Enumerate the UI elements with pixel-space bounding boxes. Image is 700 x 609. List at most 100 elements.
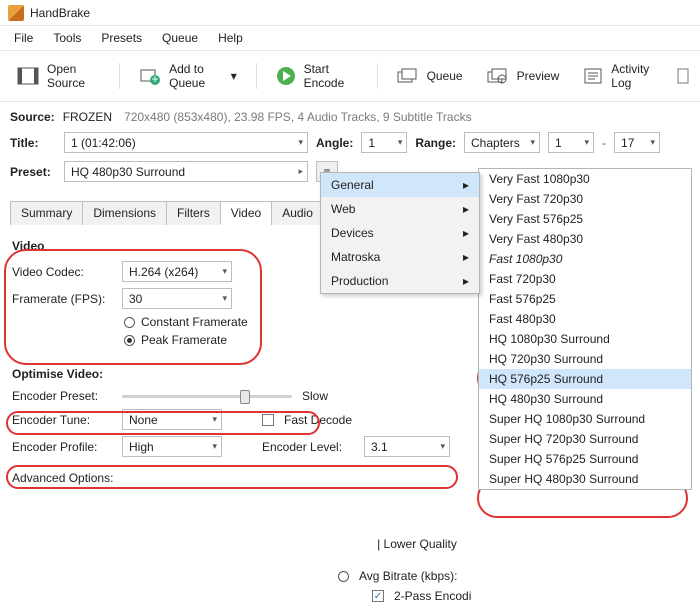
- title-select[interactable]: 1 (01:42:06)▾: [64, 132, 308, 153]
- preset-very-fast-720p30[interactable]: Very Fast 720p30: [479, 189, 691, 209]
- two-pass-checkbox[interactable]: [372, 590, 384, 602]
- menu-tools[interactable]: Tools: [43, 28, 91, 48]
- menu-item-general[interactable]: General▸: [321, 173, 479, 197]
- preset-hq-720p30[interactable]: HQ 720p30 Surround: [479, 349, 691, 369]
- source-meta: 720x480 (853x480), 23.98 FPS, 4 Audio Tr…: [124, 110, 472, 124]
- menu-help[interactable]: Help: [208, 28, 253, 48]
- preset-super-hq-576p25[interactable]: Super HQ 576p25 Surround: [479, 449, 691, 469]
- start-encode-label: Start Encode: [304, 62, 358, 90]
- encoder-tune-value: None: [129, 413, 158, 427]
- chevron-right-icon: ▸: [463, 250, 469, 264]
- fast-decode-checkbox[interactable]: [262, 414, 274, 426]
- preset-value: HQ 480p30 Surround: [71, 165, 185, 179]
- video-codec-value: H.264 (x264): [129, 265, 198, 279]
- encoder-preset-label: Encoder Preset:: [12, 389, 112, 403]
- radio-icon[interactable]: [338, 571, 349, 582]
- encoder-level-value: 3.1: [371, 440, 388, 454]
- angle-value: 1: [368, 136, 375, 150]
- radio-icon: [124, 335, 135, 346]
- preset-fast-1080p30[interactable]: Fast 1080p30: [479, 249, 691, 269]
- tab-video[interactable]: Video: [220, 201, 272, 225]
- chevron-right-icon: ▸: [463, 274, 469, 288]
- chapter-from-select[interactable]: 1▾: [548, 132, 594, 153]
- cfr-label: Constant Framerate: [141, 315, 248, 329]
- menu-file[interactable]: File: [4, 28, 43, 48]
- pfr-label: Peak Framerate: [141, 333, 227, 347]
- encoder-level-select[interactable]: 3.1 ▾: [364, 436, 450, 457]
- preset-hq-576p25[interactable]: HQ 576p25 Surround: [479, 369, 691, 389]
- start-encode-button[interactable]: Start Encode: [267, 57, 367, 95]
- encoder-level-label: Encoder Level:: [262, 440, 354, 454]
- preset-super-hq-720p30[interactable]: Super HQ 720p30 Surround: [479, 429, 691, 449]
- menu-presets[interactable]: Presets: [91, 28, 152, 48]
- chapter-to-select[interactable]: 17▾: [614, 132, 660, 153]
- queue-button[interactable]: Queue: [388, 61, 472, 91]
- chevron-down-icon: ▾: [440, 441, 445, 452]
- add-queue-label: Add to Queue: [169, 62, 223, 90]
- chevron-down-icon: ▾: [584, 137, 589, 148]
- avg-bitrate-label: Avg Bitrate (kbps):: [359, 569, 457, 583]
- menu-bar: File Tools Presets Queue Help: [0, 26, 700, 51]
- chapter-from-value: 1: [555, 136, 562, 150]
- framerate-select[interactable]: 30▾: [122, 288, 232, 309]
- add-to-queue-button[interactable]: + Add to Queue ▾: [130, 57, 246, 95]
- open-source-label: Open Source: [47, 62, 100, 90]
- tab-summary[interactable]: Summary: [10, 201, 83, 225]
- preset-list-menu: Very Fast 1080p30 Very Fast 720p30 Very …: [478, 168, 692, 490]
- activity-log-button[interactable]: Activity Log: [574, 57, 668, 95]
- chevron-right-icon: ▸: [298, 166, 303, 177]
- source-name: FROZEN: [63, 110, 112, 124]
- open-source-button[interactable]: Open Source: [8, 57, 109, 95]
- tab-audio[interactable]: Audio: [271, 201, 324, 225]
- add-queue-icon: +: [139, 66, 161, 86]
- overflow-icon[interactable]: [674, 66, 692, 86]
- video-codec-select[interactable]: H.264 (x264) ▾: [122, 261, 232, 282]
- menu-item-devices[interactable]: Devices▸: [321, 221, 479, 245]
- mi-label: Matroska: [331, 250, 380, 264]
- log-icon: [583, 66, 603, 86]
- activity-label: Activity Log: [611, 62, 659, 90]
- range-label: Range:: [415, 136, 456, 150]
- menu-queue[interactable]: Queue: [152, 28, 208, 48]
- menu-item-production[interactable]: Production▸: [321, 269, 479, 293]
- preview-button[interactable]: Preview: [478, 61, 569, 91]
- framerate-value: 30: [129, 292, 142, 306]
- app-title: HandBrake: [30, 6, 90, 20]
- preset-very-fast-1080p30[interactable]: Very Fast 1080p30: [479, 169, 691, 189]
- preset-selector[interactable]: HQ 480p30 Surround ▸: [64, 161, 308, 182]
- encoder-tune-select[interactable]: None▾: [122, 409, 222, 430]
- video-codec-label: Video Codec:: [12, 265, 112, 279]
- encoder-preset-slider[interactable]: [122, 389, 292, 403]
- encoder-preset-value: Slow: [302, 389, 328, 403]
- range-select[interactable]: Chapters ▾: [464, 132, 540, 153]
- preset-super-hq-1080p30[interactable]: Super HQ 1080p30 Surround: [479, 409, 691, 429]
- tab-dimensions[interactable]: Dimensions: [82, 201, 167, 225]
- menu-item-web[interactable]: Web▸: [321, 197, 479, 221]
- play-icon: [276, 66, 296, 86]
- preset-very-fast-576p25[interactable]: Very Fast 576p25: [479, 209, 691, 229]
- preset-hq-480p30[interactable]: HQ 480p30 Surround: [479, 389, 691, 409]
- radio-icon: [124, 317, 135, 328]
- range-value: Chapters: [471, 136, 520, 150]
- preset-fast-576p25[interactable]: Fast 576p25: [479, 289, 691, 309]
- preset-fast-480p30[interactable]: Fast 480p30: [479, 309, 691, 329]
- preset-fast-720p30[interactable]: Fast 720p30: [479, 269, 691, 289]
- chevron-down-icon: ▾: [222, 266, 227, 277]
- angle-select[interactable]: 1▾: [361, 132, 407, 153]
- angle-label: Angle:: [316, 136, 353, 150]
- mi-label: Web: [331, 202, 355, 216]
- menu-item-matroska[interactable]: Matroska ▸: [321, 245, 479, 269]
- chevron-down-icon: ▾: [298, 137, 303, 148]
- range-dash: -: [602, 136, 606, 150]
- title-bar: HandBrake: [0, 0, 700, 26]
- preset-very-fast-480p30[interactable]: Very Fast 480p30: [479, 229, 691, 249]
- encoder-profile-select[interactable]: High▾: [122, 436, 222, 457]
- tab-filters[interactable]: Filters: [166, 201, 221, 225]
- preset-super-hq-480p30[interactable]: Super HQ 480p30 Surround: [479, 469, 691, 489]
- toolbar: Open Source + Add to Queue ▾ Start Encod…: [0, 51, 700, 102]
- queue-label: Queue: [427, 69, 463, 83]
- chevron-down-icon: ▾: [530, 137, 535, 148]
- preset-hq-1080p30[interactable]: HQ 1080p30 Surround: [479, 329, 691, 349]
- chevron-down-icon: ▾: [212, 441, 217, 452]
- app-icon: [8, 5, 24, 21]
